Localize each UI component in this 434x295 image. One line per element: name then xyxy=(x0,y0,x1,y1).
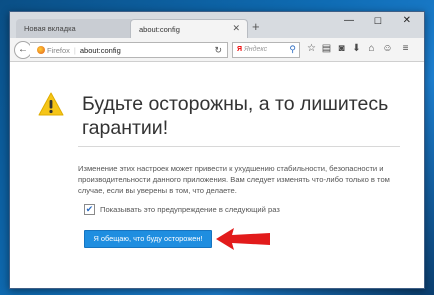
url-bar[interactable]: Firefox | about:config ↻ xyxy=(30,42,228,58)
checkbox-label: Показывать это предупреждение в следующи… xyxy=(100,205,280,214)
tab-about-config[interactable]: about:config ✕ xyxy=(130,19,248,38)
new-tab-button[interactable]: + xyxy=(252,20,260,33)
identity-label: Firefox xyxy=(47,46,70,55)
minimize-button[interactable]: — xyxy=(344,16,354,26)
back-arrow-icon: ← xyxy=(18,44,28,55)
warning-description: Изменение этих настроек может привести к… xyxy=(78,164,390,195)
download-icon[interactable]: ⬇ xyxy=(351,43,362,55)
divider xyxy=(78,146,400,147)
clipboard-icon[interactable]: ▤ xyxy=(321,43,332,55)
star-icon[interactable]: ☆ xyxy=(306,43,317,55)
pocket-icon[interactable]: ◙ xyxy=(336,43,347,55)
show-warning-checkbox[interactable]: ✔ xyxy=(84,204,95,215)
tab-new[interactable]: Новая вкладка xyxy=(16,19,134,38)
tab-label: Новая вкладка xyxy=(24,24,76,33)
nav-bar: ← Firefox | about:config ↻ Я Яндекс ⚲ ☆ ▤ … xyxy=(10,38,424,62)
maximize-button[interactable]: ☐ xyxy=(374,16,382,26)
search-placeholder: Яндекс xyxy=(243,46,268,53)
home-icon[interactable]: ⌂ xyxy=(366,43,377,55)
page-title: Будьте осторожны, а то лишитесь гарантии… xyxy=(82,93,389,139)
firefox-icon xyxy=(37,46,45,54)
browser-window: Новая вкладка about:config ✕ + — ☐ ✕ ← F… xyxy=(9,11,425,289)
menu-icon[interactable]: ≡ xyxy=(400,43,411,55)
tab-label: about:config xyxy=(139,25,180,34)
url-text: about:config xyxy=(79,46,121,55)
tab-close-icon[interactable]: ✕ xyxy=(232,24,240,33)
close-window-button[interactable]: ✕ xyxy=(403,16,411,26)
tab-strip: Новая вкладка about:config ✕ + — ☐ ✕ xyxy=(10,12,424,38)
chat-icon[interactable]: ☺ xyxy=(382,43,393,55)
warning-triangle-icon xyxy=(38,92,64,116)
url-separator: | xyxy=(73,46,76,55)
reload-icon[interactable]: ↻ xyxy=(214,45,222,56)
yandex-icon: Я xyxy=(237,46,243,53)
red-arrow-pointer-icon xyxy=(216,228,270,250)
search-icon[interactable]: ⚲ xyxy=(289,44,296,55)
search-input[interactable]: Я Яндекс ⚲ xyxy=(232,42,300,58)
page-content: Будьте осторожны, а то лишитесь гарантии… xyxy=(10,62,424,288)
accept-risk-button[interactable]: Я обещаю, что буду осторожен! xyxy=(84,230,212,248)
